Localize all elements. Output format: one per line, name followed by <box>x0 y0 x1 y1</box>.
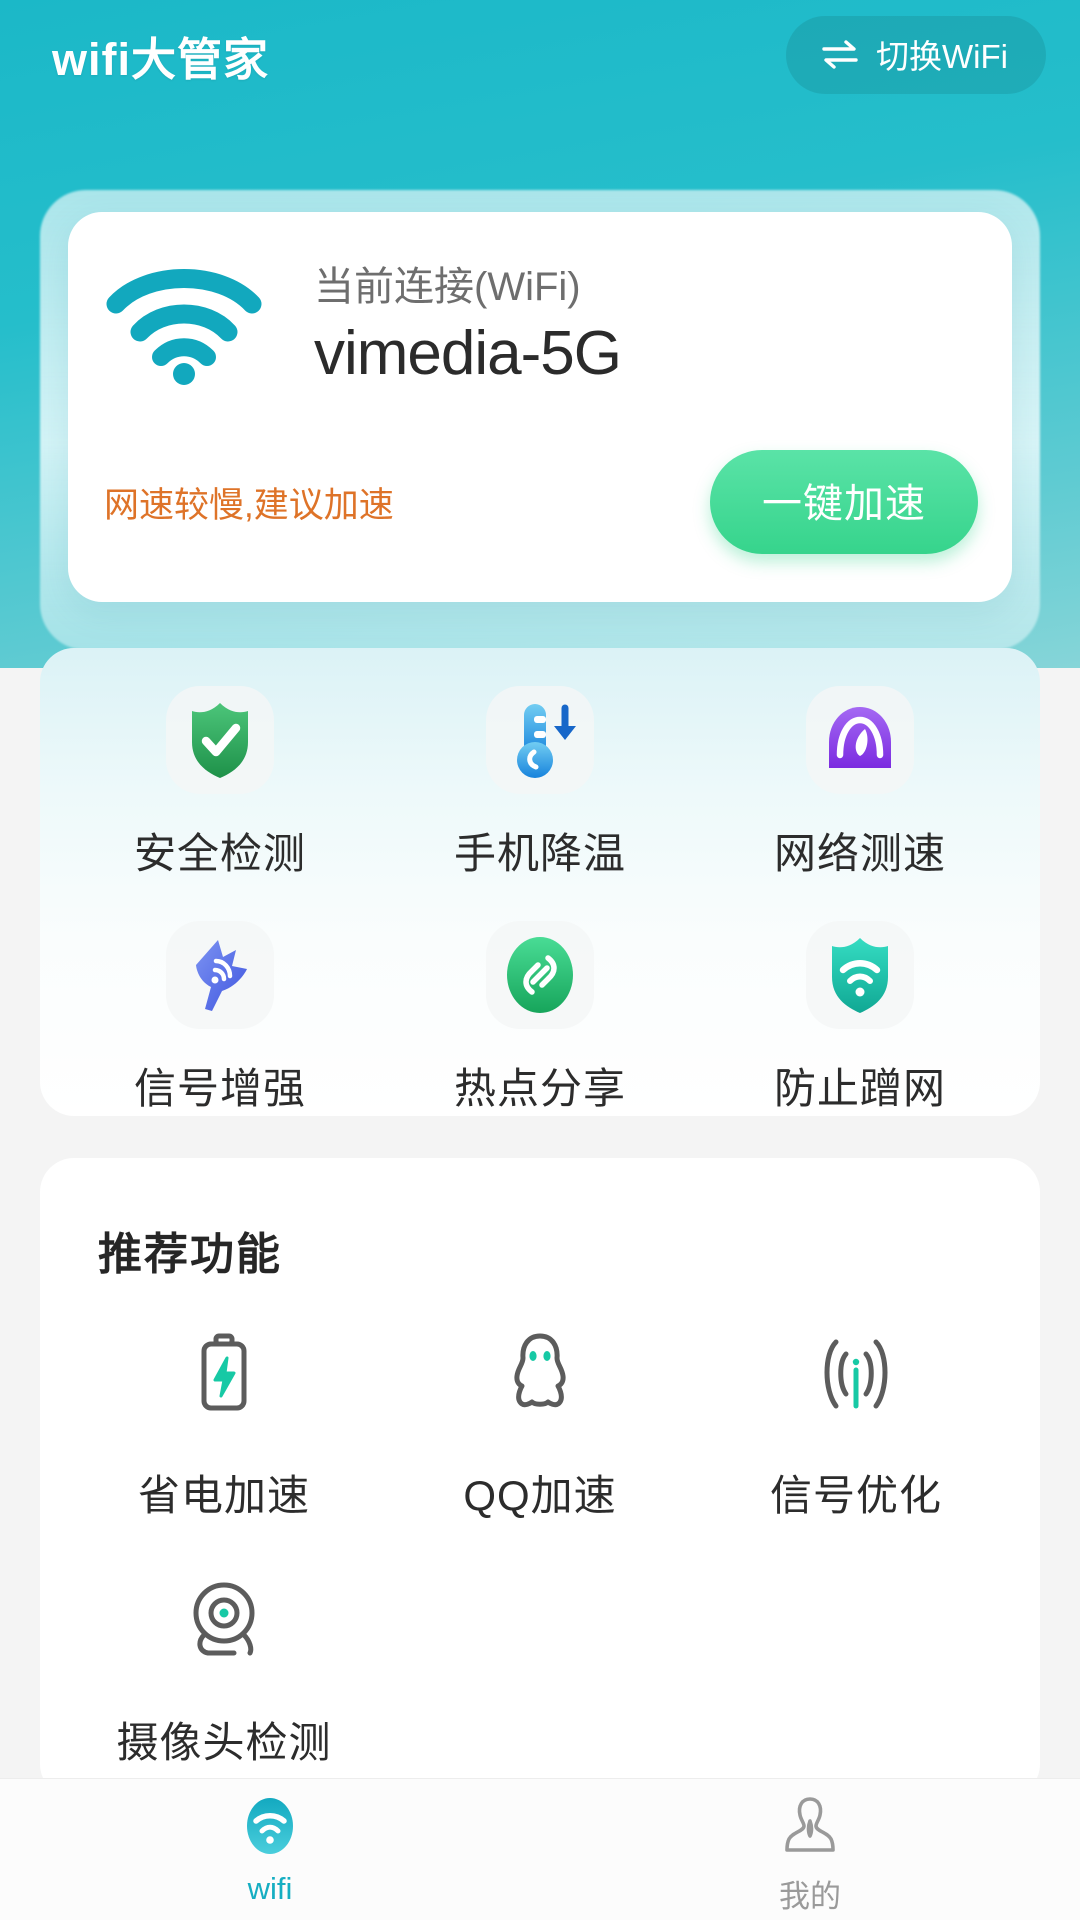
feature-label: 防止蹭网 <box>773 1065 946 1112</box>
recommended-camera-detect[interactable]: 摄像头检测 <box>66 1573 382 1770</box>
app-root: wifi大管家 切换WiFi 当前连接(WiFi) vimedia-5G 网速较… <box>0 0 1080 1920</box>
header-bar: wifi大管家 切换WiFi <box>0 0 1080 110</box>
swap-arrows-icon <box>820 39 860 69</box>
recommended-signal-optimize[interactable]: 信号优化 <box>698 1326 1014 1523</box>
feature-hotspot-share[interactable]: 热点分享 <box>380 913 700 1116</box>
recommended-power-save[interactable]: 省电加速 <box>66 1326 382 1523</box>
recommended-qq-boost[interactable]: QQ加速 <box>382 1326 698 1523</box>
current-wifi-info: 当前连接(WiFi) vimedia-5G <box>104 260 622 391</box>
speed-warning-text: 网速较慢,建议加速 <box>104 485 394 525</box>
recommended-grid: 省电加速 QQ加速 信号优化 摄像头检测 <box>40 1326 1040 1770</box>
wifi-signal-icon <box>104 260 264 391</box>
feature-label: 安全检测 <box>133 830 306 877</box>
nav-tab-profile[interactable]: 我的 <box>540 1793 1080 1916</box>
recommended-label: 省电加速 <box>137 1472 310 1519</box>
switch-wifi-button[interactable]: 切换WiFi <box>786 16 1046 94</box>
bottom-navigation: wifi 我的 <box>0 1778 1080 1920</box>
feature-phone-cooldown[interactable]: 手机降温 <box>380 678 700 895</box>
wifi-tab-icon <box>237 1793 303 1859</box>
page-title: wifi大管家 <box>52 33 269 85</box>
webcam-icon <box>176 1573 272 1669</box>
speedometer-icon <box>806 686 914 794</box>
feature-prevent-leeching[interactable]: 防止蹭网 <box>700 913 1020 1116</box>
features-card: 安全检测 手机降温 网络测速 信号增强 热点分享 防止蹭网 <box>40 648 1040 1116</box>
nav-label: 我的 <box>779 1879 841 1914</box>
thermometer-cooldown-icon <box>486 686 594 794</box>
satellite-signal-icon <box>166 921 274 1029</box>
nav-tab-wifi[interactable]: wifi <box>0 1793 540 1907</box>
recommended-label: 信号优化 <box>769 1472 942 1519</box>
feature-network-speedtest[interactable]: 网络测速 <box>700 678 1020 895</box>
signal-waves-icon <box>808 1326 904 1422</box>
feature-label: 热点分享 <box>453 1065 626 1112</box>
link-chain-icon <box>486 921 594 1029</box>
switch-wifi-label: 切换WiFi <box>876 38 1008 75</box>
person-tab-icon <box>777 1793 843 1859</box>
nav-label: wifi <box>247 1871 293 1906</box>
features-grid: 安全检测 手机降温 网络测速 信号增强 热点分享 防止蹭网 <box>40 648 1040 1116</box>
recommended-label: 摄像头检测 <box>116 1719 332 1766</box>
current-wifi-card: 当前连接(WiFi) vimedia-5G 网速较慢,建议加速 一键加速 <box>68 212 1012 602</box>
battery-bolt-icon <box>176 1326 272 1422</box>
shield-wifi-icon <box>806 921 914 1029</box>
connected-label: 当前连接(WiFi) <box>314 264 581 309</box>
recommended-card: 推荐功能 省电加速 QQ加速 信号优化 摄像头检测 <box>40 1158 1040 1798</box>
qq-penguin-icon <box>492 1326 588 1422</box>
recommended-title: 推荐功能 <box>98 1230 282 1279</box>
feature-security-check[interactable]: 安全检测 <box>60 678 380 895</box>
shield-check-icon <box>166 686 274 794</box>
feature-label: 信号增强 <box>133 1065 306 1112</box>
recommended-label: QQ加速 <box>463 1472 617 1519</box>
wifi-ssid: vimedia-5G <box>314 318 622 388</box>
feature-label: 网络测速 <box>773 830 946 877</box>
feature-signal-boost[interactable]: 信号增强 <box>60 913 380 1116</box>
boost-button[interactable]: 一键加速 <box>710 450 978 554</box>
wifi-card-footer: 网速较慢,建议加速 一键加速 <box>104 450 978 554</box>
feature-label: 手机降温 <box>453 830 626 877</box>
